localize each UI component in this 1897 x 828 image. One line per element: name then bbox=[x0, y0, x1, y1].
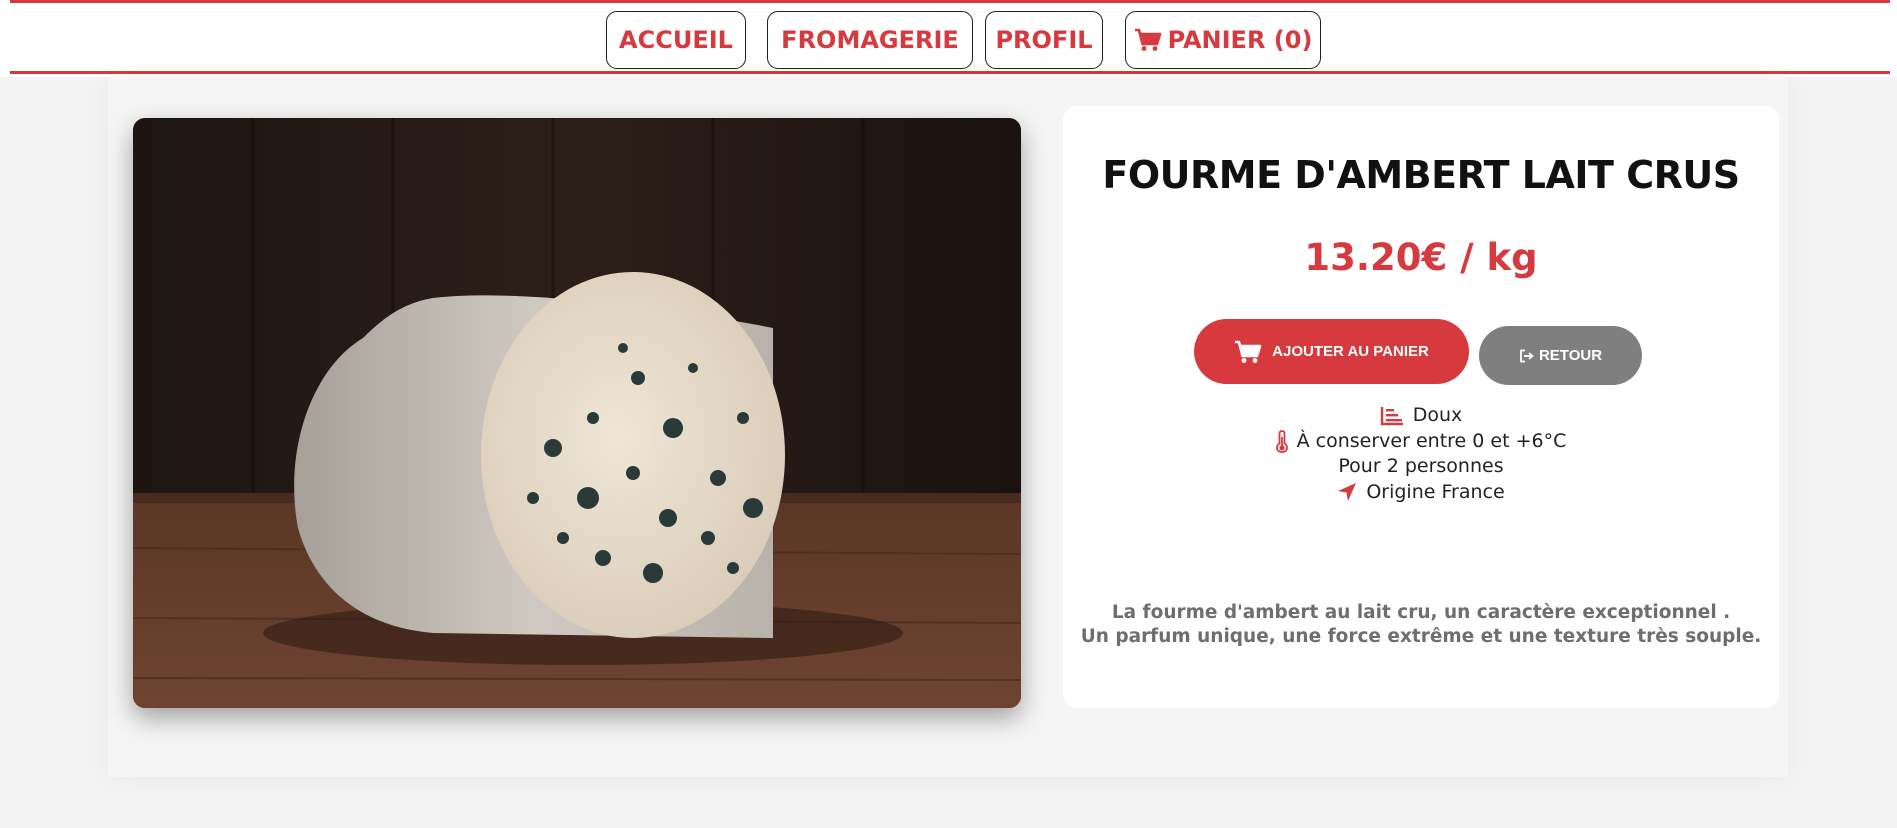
page-area: FOURME D'AMBERT LAIT CRUS 13.20€ / kg AJ… bbox=[0, 77, 1897, 828]
product-price: 13.20€ / kg bbox=[1304, 236, 1538, 279]
chart-bar-icon bbox=[1380, 406, 1404, 426]
back-label: RETOUR bbox=[1538, 347, 1603, 364]
feature-origin-text: Origine France bbox=[1366, 480, 1505, 503]
nav-profil-button[interactable]: PROFIL bbox=[985, 11, 1103, 69]
feature-taste: Doux bbox=[1063, 403, 1779, 429]
feature-storage: À conserver entre 0 et +6°C bbox=[1063, 429, 1779, 455]
feature-taste-text: Doux bbox=[1412, 404, 1463, 426]
product-features: Doux À conserver entre 0 et +6°C Pour 2 … bbox=[1063, 403, 1779, 505]
feature-origin: Origine France bbox=[1063, 480, 1779, 506]
feature-servings-text: Pour 2 personnes bbox=[1338, 455, 1504, 477]
nav-panier-label: PANIER (0) bbox=[1167, 26, 1313, 54]
description-line-2: Un parfum unique, une force extrême et u… bbox=[1080, 626, 1762, 647]
feature-storage-text: À conserver entre 0 et +6°C bbox=[1296, 429, 1567, 452]
add-to-cart-label: AJOUTER AU PANIER bbox=[1272, 343, 1429, 360]
feature-servings: Pour 2 personnes bbox=[1063, 454, 1779, 480]
cart-icon bbox=[1134, 28, 1162, 52]
product-description: La fourme d'ambert au lait cru, un carac… bbox=[1063, 601, 1779, 649]
product-image bbox=[133, 118, 1021, 708]
location-arrow-icon bbox=[1337, 482, 1357, 502]
product-title: FOURME D'AMBERT LAIT CRUS bbox=[1102, 153, 1740, 197]
nav-accueil-button[interactable]: ACCUEIL bbox=[606, 11, 746, 69]
sign-out-icon bbox=[1519, 349, 1535, 363]
nav-panier-button[interactable]: PANIER (0) bbox=[1125, 11, 1321, 69]
top-navbar: ACCUEIL FROMAGERIE PROFIL PANIER (0) bbox=[10, 0, 1890, 74]
add-to-cart-button[interactable]: AJOUTER AU PANIER bbox=[1194, 319, 1469, 384]
product-card: FOURME D'AMBERT LAIT CRUS 13.20€ / kg AJ… bbox=[1063, 106, 1779, 708]
cart-icon bbox=[1234, 340, 1262, 364]
thermometer-icon bbox=[1275, 429, 1288, 454]
nav-fromagerie-button[interactable]: FROMAGERIE bbox=[767, 11, 973, 69]
description-line-1: La fourme d'ambert au lait cru, un carac… bbox=[1111, 602, 1731, 623]
back-button[interactable]: RETOUR bbox=[1479, 326, 1642, 385]
